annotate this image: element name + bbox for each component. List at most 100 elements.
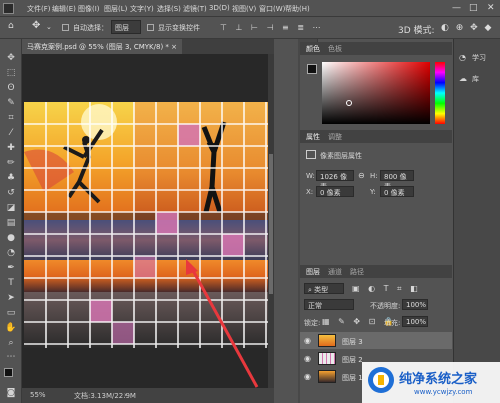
more-tools-icon[interactable]: ⋯ [5,351,17,363]
menu-file[interactable]: 文件(F) [27,4,51,14]
move-tool-icon[interactable]: ✥ [32,20,40,31]
home-icon[interactable]: ⌂ [8,21,14,31]
menu-view[interactable]: 视图(V) [232,4,256,14]
layer-thumbnail [318,334,336,347]
menu-window[interactable]: 窗口(W) [259,4,285,14]
layer-filter-value: 类型 [314,286,329,294]
menu-type[interactable]: 文字(Y) [130,4,154,14]
scrollbar-thumb[interactable] [269,154,273,294]
layer-name[interactable]: 图层 2 [342,355,363,365]
home-icon[interactable] [3,3,14,14]
vertical-scrollbar[interactable] [268,54,274,388]
link-icon[interactable]: ⊖ [358,171,365,180]
chevron-right-icon[interactable]: › [124,391,127,399]
learn-label[interactable]: 学习 [472,53,486,63]
shape-icon[interactable]: ▭ [5,307,17,319]
show-transform-checkbox[interactable] [147,23,156,31]
eyedropper-icon[interactable]: ⁄ [5,127,17,139]
path-select-icon[interactable]: ➤ [5,292,17,304]
library-label[interactable]: 库 [472,74,479,84]
eraser-icon[interactable]: ◪ [5,202,17,214]
brush-icon[interactable]: ✏ [5,157,17,169]
color-panel: 颜色 色板 [300,42,452,130]
quick-select-icon[interactable]: ✎ [5,97,17,109]
healing-icon[interactable]: ✚ [5,142,17,154]
lasso-icon[interactable]: ʘ [5,82,17,94]
type-icon[interactable]: T [5,277,17,289]
zoom-level[interactable]: 55% [30,391,46,399]
opacity-label: 不透明度: [370,302,401,310]
color-field[interactable] [322,62,430,124]
menu-help[interactable]: 帮助(H) [285,4,310,14]
eye-icon[interactable]: ◉ [304,336,311,345]
tab-properties[interactable]: 属性 [306,132,320,142]
eye-icon[interactable]: ◉ [304,372,311,381]
move-icon[interactable]: ✥ [5,52,17,64]
document-tab-title: 马赛克案例.psd @ 55% (图层 3, CMYK/8) * [27,43,169,51]
menu-image[interactable]: 图像(I) [78,4,100,14]
learn-icon[interactable]: ◔ [459,53,466,62]
annotation-arrow [186,259,259,388]
watermark-title: 纯净系统之家 [399,372,478,387]
menu-select[interactable]: 选择(S) [157,4,181,14]
tab-color[interactable]: 颜色 [306,44,320,54]
foreground-swatch[interactable] [307,64,317,74]
filter-icons[interactable]: ▣ ◐ T ⌗ ◧ [352,284,421,294]
pixel-layer-icon [306,150,316,159]
layers-panel-header: 图层 通道 路径 [300,265,452,278]
zoom-icon[interactable]: ⌕ [5,337,17,349]
crop-icon[interactable]: ⌗ [5,112,17,124]
auto-select-value: 图层 [115,24,129,32]
auto-select-checkbox[interactable] [62,23,71,31]
3d-tools-icon[interactable]: ◐ ⊕ ✥ ◆ [441,23,493,33]
pen-icon[interactable]: ✒ [5,262,17,274]
y-field[interactable]: 0 像素 [380,186,414,197]
tab-paths[interactable]: 路径 [350,267,364,277]
fill-field[interactable]: 100% [402,316,428,327]
stamp-icon[interactable]: ♣ [5,172,17,184]
document-tab[interactable]: 马赛克案例.psd @ 55% (图层 3, CMYK/8) * × [22,39,183,54]
properties-panel-header: 属性 调整 [300,130,452,143]
auto-select-dropdown[interactable]: 图层 [111,20,141,34]
width-field[interactable]: 1026 像素 [316,170,354,191]
chevron-down-icon[interactable]: ⌄ [46,23,52,31]
fill-label: 填充: [384,319,401,327]
history-brush-icon[interactable]: ↺ [5,187,17,199]
layer-row[interactable]: ◉ 图层 3 [300,332,452,349]
menu-3d[interactable]: 3D(D) [209,4,230,12]
hand-icon[interactable]: ✋ [5,322,17,334]
close-tab-icon[interactable]: × [171,43,177,51]
marquee-icon[interactable]: ⬚ [5,67,17,79]
width-label: W: [306,172,315,180]
menu-layer[interactable]: 图层(L) [104,4,127,14]
blur-icon[interactable]: ● [5,232,17,244]
tab-channels[interactable]: 通道 [328,267,342,277]
layer-name[interactable]: 图层 3 [342,337,363,347]
x-field[interactable]: 0 像素 [316,186,354,197]
quick-mask-icon[interactable]: ◙ [5,387,17,399]
dodge-icon[interactable]: ◔ [5,247,17,259]
opacity-field[interactable]: 100% [402,299,428,310]
eye-icon[interactable]: ◉ [304,354,311,363]
layer-filter-dropdown[interactable]: ⌕ 类型 [304,283,344,294]
tab-layers[interactable]: 图层 [306,267,320,277]
close-icon[interactable]: ✕ [487,3,495,13]
minimize-icon[interactable]: — [452,3,461,13]
height-field[interactable]: 800 像素 [380,170,414,191]
hue-slider[interactable] [435,62,445,124]
tab-adjustments[interactable]: 调整 [328,132,342,142]
color-picker-cursor[interactable] [346,100,352,106]
library-icon[interactable]: ☁ [459,74,467,83]
menu-edit[interactable]: 编辑(E) [52,4,76,14]
align-icons[interactable]: ⊤ ⊥ ⊢ ⊣ ≡ ≣ ⋯ [220,23,324,32]
auto-select-label: 自动选择： [73,24,108,32]
tab-swatches[interactable]: 色板 [328,44,342,54]
layer-name[interactable]: 图层 1 [342,373,363,383]
blend-mode-dropdown[interactable]: 正常 [304,299,354,310]
3d-mode-icon[interactable]: 3D 模式: [398,23,435,36]
gradient-icon[interactable]: ▤ [5,217,17,229]
maximize-icon[interactable]: □ [469,3,478,13]
foreground-color-swatch[interactable] [4,368,13,377]
menu-filter[interactable]: 滤镜(T) [183,4,207,14]
canvas-area[interactable] [22,54,274,388]
